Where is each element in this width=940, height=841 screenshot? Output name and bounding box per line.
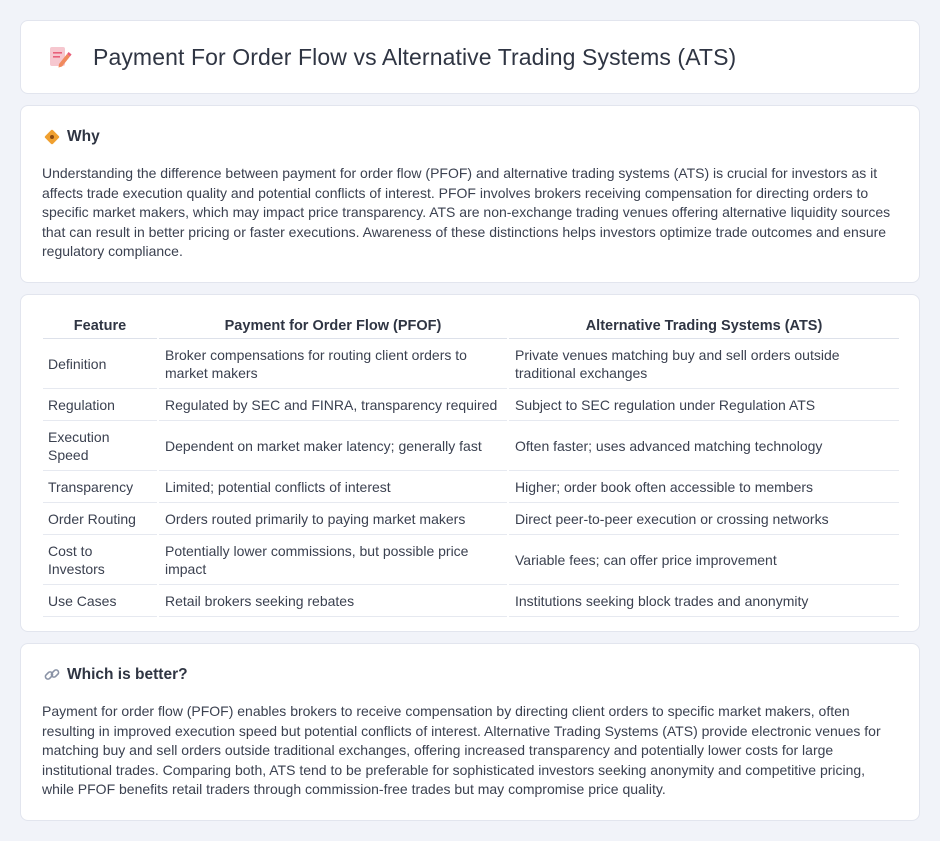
which-better-section: Which is better? Payment for order flow … [20,643,920,821]
pfof-cell: Broker compensations for routing client … [157,338,508,389]
page-title: Payment For Order Flow vs Alternative Tr… [93,43,737,70]
feature-cell: Order Routing [43,502,158,535]
ats-cell: Institutions seeking block trades and an… [507,584,899,617]
ats-cell: Private venues matching buy and sell ord… [507,338,899,389]
ats-cell: Variable fees; can offer price improveme… [507,534,899,585]
better-text: Payment for order flow (PFOF) enables br… [42,703,881,798]
diamond-sign-icon [44,129,60,145]
why-section: Why Understanding the difference between… [20,105,920,283]
table-row: Transparency Limited; potential conflict… [43,470,899,503]
table-row: Regulation Regulated by SEC and FINRA, t… [43,388,899,421]
why-heading-row: Why [43,128,100,146]
better-heading-row: Which is better? [43,666,188,684]
ats-cell: Subject to SEC regulation under Regulati… [507,388,899,421]
comparison-section: Feature Payment for Order Flow (PFOF) Al… [20,294,920,632]
feature-cell: Regulation [43,388,158,421]
why-text: Understanding the difference between pay… [42,165,891,260]
table-row: Execution Speed Dependent on market make… [43,420,899,471]
feature-cell: Transparency [43,470,158,503]
table-row: Order Routing Orders routed primarily to… [43,502,899,535]
column-header-feature: Feature [43,316,158,339]
feature-cell: Cost to Investors [43,534,158,585]
title-row: Payment For Order Flow vs Alternative Tr… [45,43,736,71]
column-header-pfof: Payment for Order Flow (PFOF) [157,316,508,339]
pfof-cell: Potentially lower commissions, but possi… [157,534,508,585]
feature-cell: Execution Speed [43,420,158,471]
pfof-cell: Retail brokers seeking rebates [157,584,508,617]
better-heading: Which is better? [67,666,188,683]
why-heading: Why [67,128,100,145]
pfof-cell: Limited; potential conflicts of interest [157,470,508,503]
comparison-table: Feature Payment for Order Flow (PFOF) Al… [43,316,899,617]
pfof-cell: Dependent on market maker latency; gener… [157,420,508,471]
table-header-row: Feature Payment for Order Flow (PFOF) Al… [43,316,899,339]
title-card: Payment For Order Flow vs Alternative Tr… [20,20,920,94]
pfof-cell: Orders routed primarily to paying market… [157,502,508,535]
feature-cell: Use Cases [43,584,158,617]
table-row: Use Cases Retail brokers seeking rebates… [43,584,899,617]
feature-cell: Definition [43,338,158,389]
table-row: Cost to Investors Potentially lower comm… [43,534,899,585]
pfof-cell: Regulated by SEC and FINRA, transparency… [157,388,508,421]
link-icon [44,669,60,680]
ats-cell: Higher; order book often accessible to m… [507,470,899,503]
ats-cell: Direct peer-to-peer execution or crossin… [507,502,899,535]
ats-cell: Often faster; uses advanced matching tec… [507,420,899,471]
table-row: Definition Broker compensations for rout… [43,338,899,389]
column-header-ats: Alternative Trading Systems (ATS) [507,316,899,339]
document-edit-icon [50,47,72,68]
